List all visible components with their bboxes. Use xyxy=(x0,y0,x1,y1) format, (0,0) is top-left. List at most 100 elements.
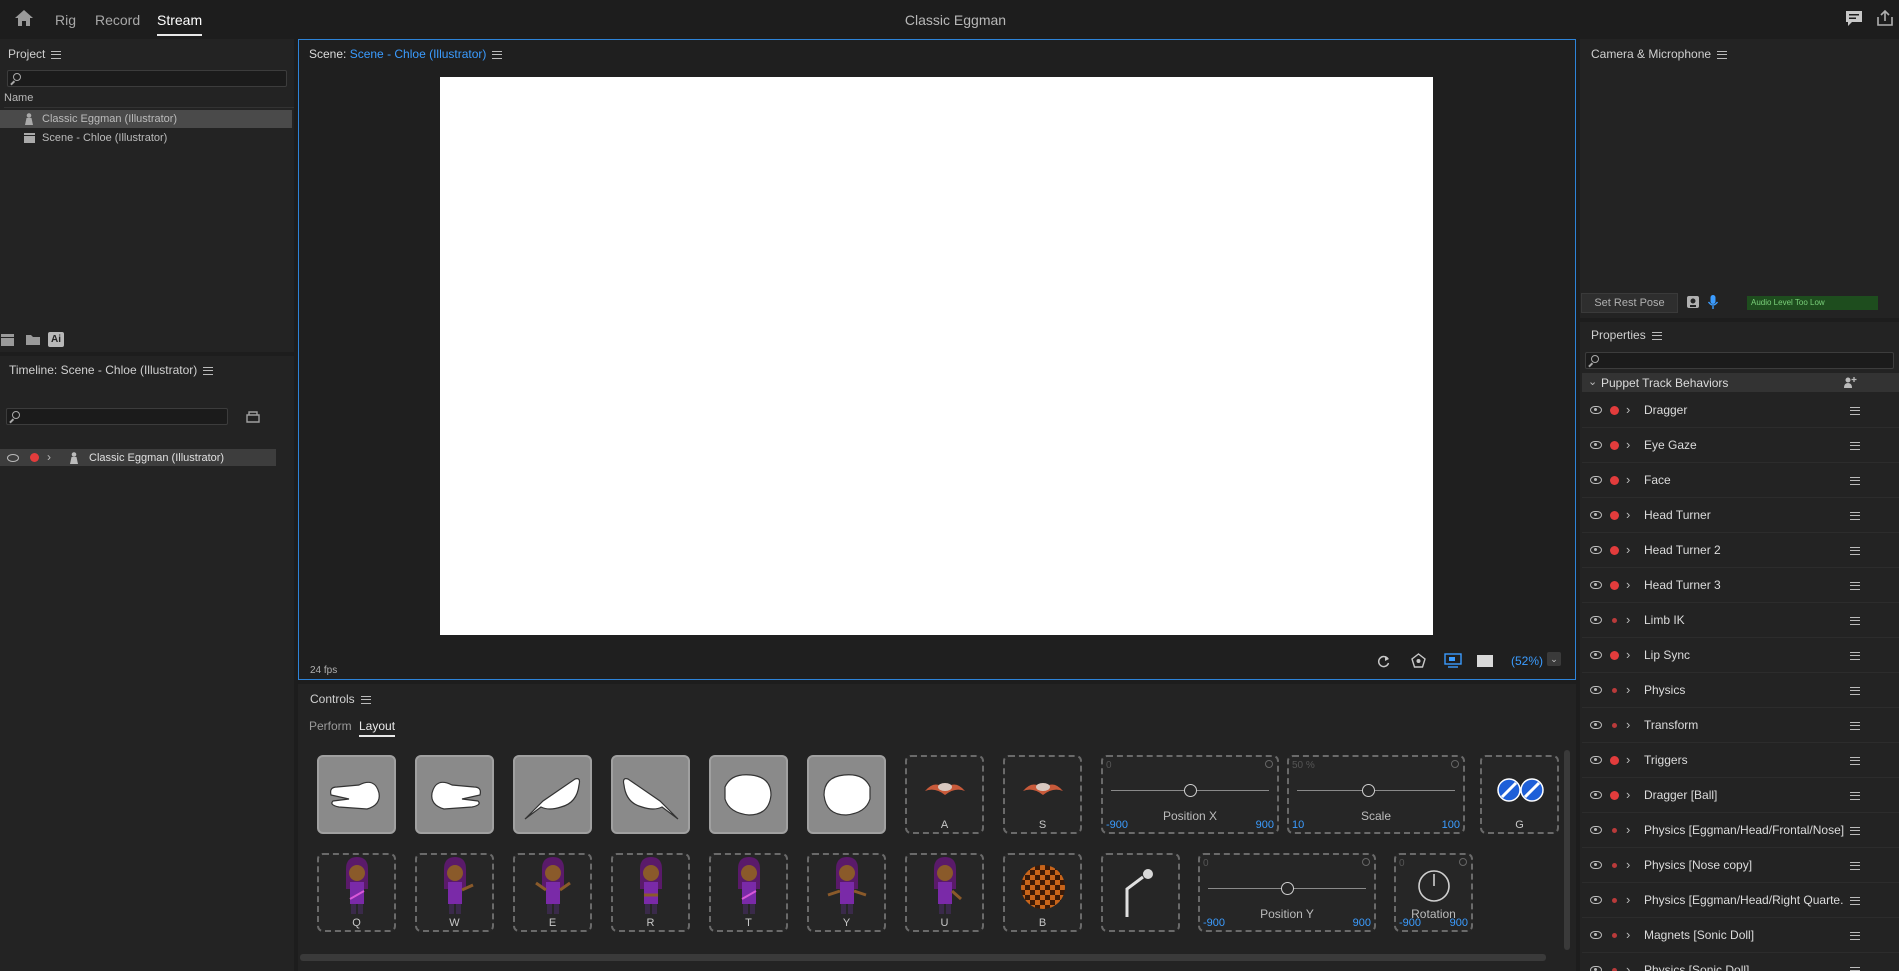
tab-layout[interactable]: Layout xyxy=(359,719,396,737)
hand-fist-button[interactable] xyxy=(709,755,788,834)
eye-icon[interactable] xyxy=(1590,511,1602,519)
eye-icon[interactable] xyxy=(1590,721,1602,729)
hand-point-back-button[interactable] xyxy=(611,755,690,834)
zoom-level[interactable]: (52%) xyxy=(1511,654,1543,668)
eye-icon[interactable] xyxy=(1590,476,1602,484)
record-arm-icon[interactable] xyxy=(1612,898,1617,903)
behavior-row[interactable]: › Limb IK xyxy=(1582,603,1899,638)
trigger-u-button[interactable]: U xyxy=(905,853,984,932)
behavior-row[interactable]: › Dragger xyxy=(1582,393,1899,428)
stream-output-icon[interactable] xyxy=(1444,653,1462,668)
behavior-row[interactable]: › Transform xyxy=(1582,708,1899,743)
slider-knob[interactable] xyxy=(1184,784,1197,797)
dragger-handle-button[interactable] xyxy=(1101,853,1180,932)
rotation-knob[interactable]: 0 Rotation -900 900 xyxy=(1394,853,1473,932)
properties-menu-icon[interactable] xyxy=(1651,331,1662,340)
chevron-right-icon[interactable]: › xyxy=(1626,577,1630,592)
chevron-right-icon[interactable]: › xyxy=(1626,612,1630,627)
behavior-row[interactable]: › Physics [Eggman/Head/Right Quarte... xyxy=(1582,883,1899,918)
timeline-menu-icon[interactable] xyxy=(203,366,214,375)
chevron-right-icon[interactable]: › xyxy=(1626,962,1630,971)
trigger-r-button[interactable]: R xyxy=(611,853,690,932)
behavior-row[interactable]: › Head Turner 3 xyxy=(1582,568,1899,603)
properties-search-input[interactable] xyxy=(1585,352,1894,369)
trigger-t-button[interactable]: T xyxy=(709,853,788,932)
refresh-icon[interactable] xyxy=(1376,654,1391,669)
timeline-track-row[interactable]: › Classic Eggman (Illustrator) xyxy=(0,449,276,466)
record-arm-icon[interactable] xyxy=(1612,723,1617,728)
project-item-scene[interactable]: Scene - Chloe (Illustrator) xyxy=(0,129,292,147)
position-y-slider[interactable]: 0 Position Y -900 900 xyxy=(1198,853,1376,932)
behavior-menu-icon[interactable] xyxy=(1850,687,1860,695)
eye-icon[interactable] xyxy=(1590,966,1602,971)
eye-icon[interactable] xyxy=(1590,931,1602,939)
record-arm-icon[interactable] xyxy=(1610,546,1619,555)
behavior-menu-icon[interactable] xyxy=(1850,722,1860,730)
project-search-input[interactable] xyxy=(7,70,287,87)
slider-reset-icon[interactable] xyxy=(1265,760,1273,768)
project-menu-icon[interactable] xyxy=(51,50,62,59)
chevron-right-icon[interactable]: › xyxy=(1626,542,1630,557)
behavior-menu-icon[interactable] xyxy=(1850,757,1860,765)
background-color-icon[interactable] xyxy=(1477,655,1493,667)
chevron-right-icon[interactable]: › xyxy=(1626,437,1630,452)
behavior-row[interactable]: › Head Turner 2 xyxy=(1582,533,1899,568)
eye-icon[interactable] xyxy=(1590,616,1602,624)
zoom-dropdown-icon[interactable]: ⌄ xyxy=(1547,652,1561,666)
eye-icon[interactable] xyxy=(1590,896,1602,904)
feedback-icon[interactable] xyxy=(1845,10,1863,27)
eye-icon[interactable] xyxy=(1590,406,1602,414)
controls-menu-icon[interactable] xyxy=(360,695,371,704)
slider-knob[interactable] xyxy=(1362,784,1375,797)
scene-name-link[interactable]: Scene - Chloe (Illustrator) xyxy=(350,47,487,61)
eye-icon[interactable] xyxy=(1590,791,1602,799)
puppet-track-behaviors-header[interactable]: ⌄ Puppet Track Behaviors xyxy=(1582,373,1899,392)
record-arm-icon[interactable] xyxy=(1610,581,1619,590)
trigger-e-button[interactable]: E xyxy=(513,853,592,932)
chevron-right-icon[interactable]: › xyxy=(1626,822,1630,837)
chevron-right-icon[interactable]: › xyxy=(1626,927,1630,942)
project-item-puppet[interactable]: Classic Eggman (Illustrator) xyxy=(0,110,292,128)
position-x-slider[interactable]: 0 Position X -900 900 xyxy=(1101,755,1279,834)
behavior-row[interactable]: › Physics [Sonic Doll] xyxy=(1582,953,1899,971)
trigger-a-button[interactable]: A xyxy=(905,755,984,834)
new-scene-icon[interactable] xyxy=(0,333,16,347)
record-arm-icon[interactable] xyxy=(1612,618,1617,623)
chevron-right-icon[interactable]: › xyxy=(1626,507,1630,522)
hand-open-back-button[interactable] xyxy=(415,755,494,834)
behavior-menu-icon[interactable] xyxy=(1850,407,1860,415)
puppet-view-icon[interactable] xyxy=(1410,653,1427,669)
behavior-row[interactable]: › Face xyxy=(1582,463,1899,498)
eye-icon[interactable] xyxy=(1590,546,1602,554)
scene-menu-icon[interactable] xyxy=(492,50,503,59)
behavior-row[interactable]: › Head Turner xyxy=(1582,498,1899,533)
dial-icon[interactable] xyxy=(1417,869,1451,903)
chevron-right-icon[interactable]: › xyxy=(1626,402,1630,417)
chevron-down-icon[interactable]: ⌄ xyxy=(1588,375,1597,388)
scene-canvas[interactable] xyxy=(440,77,1433,635)
trigger-q-button[interactable]: Q xyxy=(317,853,396,932)
record-arm-icon[interactable] xyxy=(1612,688,1617,693)
behavior-menu-icon[interactable] xyxy=(1850,967,1860,971)
trigger-w-button[interactable]: W xyxy=(415,853,494,932)
behavior-row[interactable]: › Physics [Eggman/Head/Frontal/Nose] xyxy=(1582,813,1899,848)
behavior-menu-icon[interactable] xyxy=(1850,477,1860,485)
timeline-search-input[interactable] xyxy=(6,408,228,425)
tab-perform[interactable]: Perform xyxy=(309,719,352,733)
behavior-row[interactable]: › Physics xyxy=(1582,673,1899,708)
hand-point-button[interactable] xyxy=(513,755,592,834)
chevron-right-icon[interactable]: › xyxy=(1626,857,1630,872)
trigger-b-button[interactable]: B xyxy=(1003,853,1082,932)
project-column-name[interactable]: Name xyxy=(4,92,294,108)
share-icon[interactable] xyxy=(1876,9,1894,27)
controls-horizontal-scrollbar[interactable] xyxy=(300,954,1546,961)
eye-icon[interactable] xyxy=(1590,441,1602,449)
ai-import-icon[interactable]: Ai xyxy=(48,332,64,347)
record-arm-icon[interactable] xyxy=(1612,828,1617,833)
hand-fist-back-button[interactable] xyxy=(807,755,886,834)
track-options-icon[interactable] xyxy=(245,409,261,423)
record-arm-icon[interactable] xyxy=(1610,511,1619,520)
set-rest-pose-button[interactable]: Set Rest Pose xyxy=(1581,293,1678,313)
behavior-menu-icon[interactable] xyxy=(1850,862,1860,870)
behavior-menu-icon[interactable] xyxy=(1850,582,1860,590)
